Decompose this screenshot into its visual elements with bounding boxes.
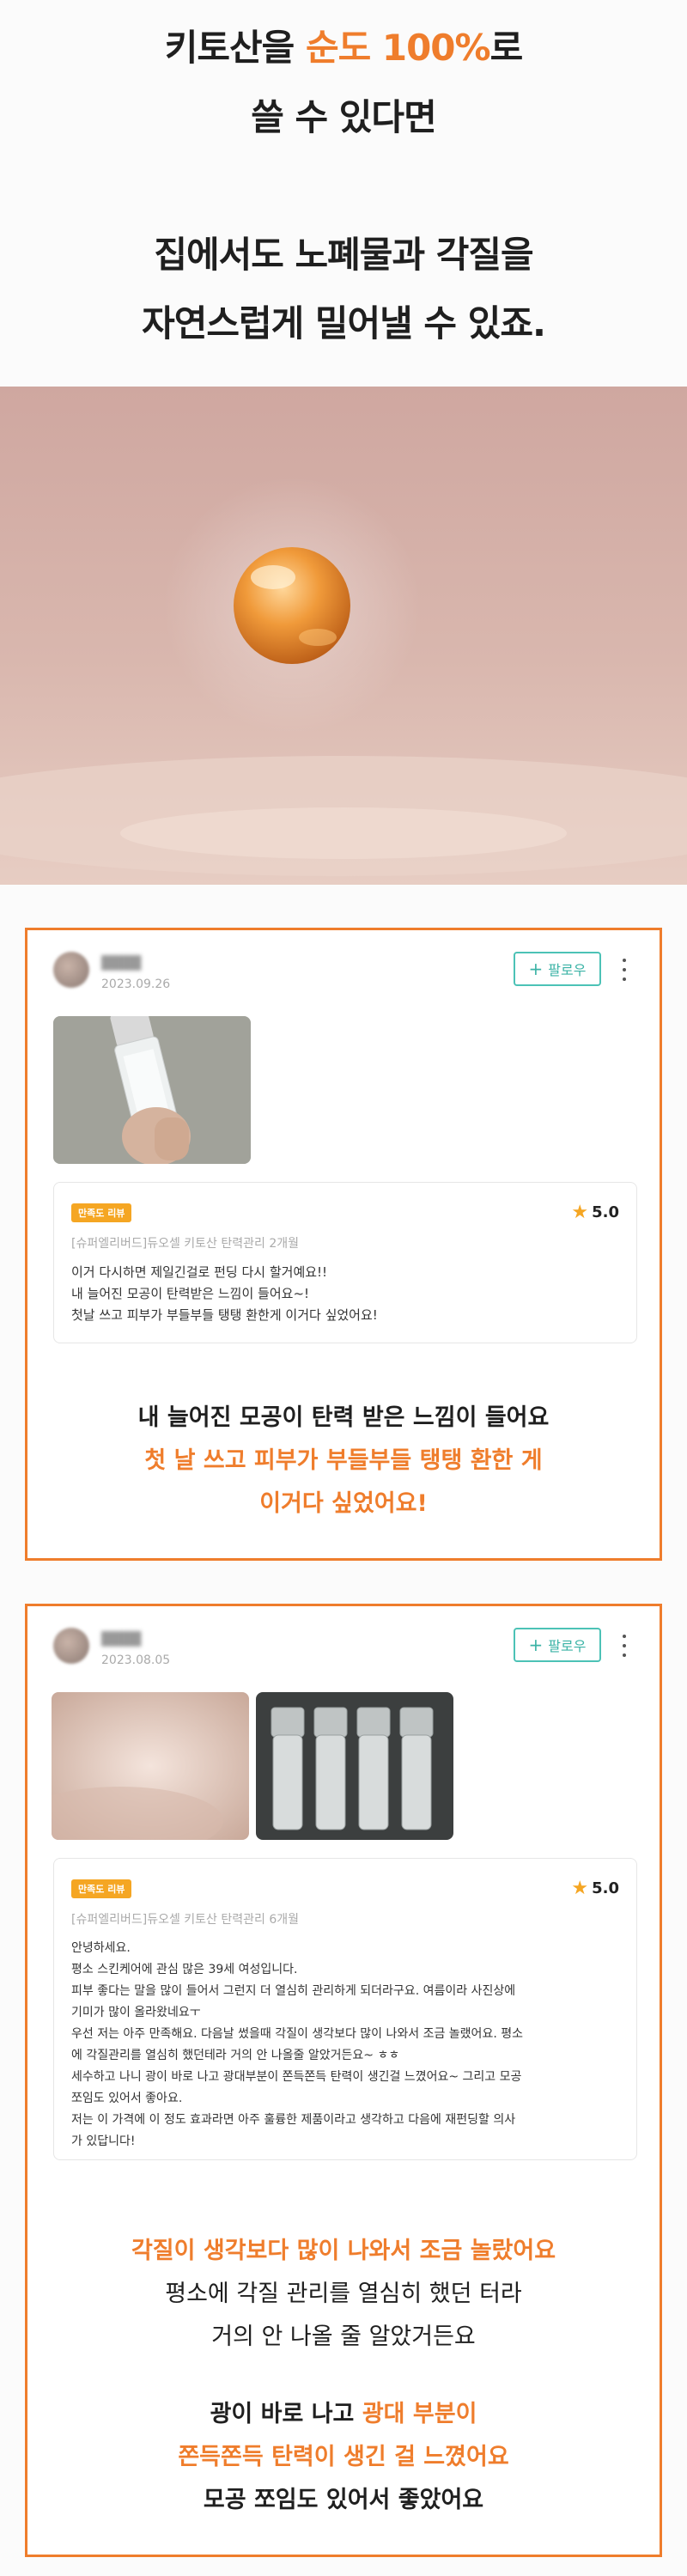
- summary-text: 광이 바로 나고: [210, 2401, 362, 2427]
- summary-line: 거의 안 나올 줄 알았거든요: [211, 2323, 476, 2350]
- product-name: [슈퍼엘리버드]듀오셀 키토산 탄력관리 2개월: [71, 1237, 300, 1251]
- star-icon: ★: [571, 1878, 589, 1899]
- plus-icon: +: [528, 959, 544, 979]
- review-date: 2023.09.26: [101, 977, 171, 991]
- summary-line-highlight: 쫀득쫀득 탄력이 생긴 걸 느꼈어요: [178, 2444, 509, 2470]
- review-text: 안녕하세요. 평소 스킨케어에 관심 많은 39세 여성입니다. 피부 좋다는 …: [71, 1938, 619, 2153]
- product-name: [슈퍼엘리버드]듀오셀 키토산 탄력관리 6개월: [71, 1913, 300, 1927]
- review-line: 이거 다시하면 제일긴걸로 펀딩 다시 할거예요!!: [71, 1264, 328, 1280]
- follow-button[interactable]: + 팔로우: [514, 1628, 601, 1662]
- summary-line: 광이 바로 나고 광대 부분이: [27, 2395, 660, 2428]
- rating: ★ 5.0: [571, 1878, 619, 1899]
- review-card: ████ 2023.08.05 + 팔로우 만족도 리뷰 ★ 5.0 [슈퍼엘리…: [25, 1604, 662, 2557]
- review-header: ████ 2023.08.05 + 팔로우: [53, 1628, 637, 1679]
- review-header: ████ 2023.09.26 + 팔로우: [53, 952, 637, 1003]
- more-options-icon[interactable]: [620, 1635, 629, 1657]
- summary-line-highlight: 첫 날 쓰고 피부가 부들부들 탱탱 환한 게: [144, 1447, 543, 1474]
- review-line: 평소 스킨케어에 관심 많은 39세 여성입니다.: [71, 1963, 298, 1976]
- summary-accent-text: 광대 부분이: [362, 2401, 477, 2427]
- summary-line: 내 늘어진 모공이 탄력 받은 느낌이 들어요: [137, 1404, 550, 1431]
- review-line: 세수하고 나니 광이 바로 나고 광대부분이 쫀득쫀득 탄력이 생긴걸 느꼈어요…: [71, 2070, 522, 2084]
- reviewer-name: ████: [101, 955, 142, 971]
- hero-text: 키토산을: [164, 27, 306, 69]
- follow-label: 팔로우: [548, 962, 587, 978]
- serum-drop-photo: [0, 387, 687, 885]
- hero-headline-2: 쓸 수 있다면: [251, 96, 436, 138]
- review-content-box: 만족도 리뷰 ★ 5.0 [슈퍼엘리버드]듀오셀 키토산 탄력관리 2개월 이거…: [53, 1182, 637, 1343]
- avatar: [53, 952, 89, 988]
- hero-text: 로: [489, 27, 524, 69]
- hero-headline-3: 집에서도 노폐물과 각질을: [154, 234, 533, 276]
- review-line: 쪼임도 있어서 좋아요.: [71, 2092, 183, 2105]
- review-card: ████ 2023.09.26 + 팔로우 만족도 리뷰 ★ 5.0 [슈퍼엘리…: [25, 928, 662, 1561]
- review-text: 이거 다시하면 제일긴걸로 펀딩 다시 할거예요!! 내 늘어진 모공이 탄력받…: [71, 1262, 619, 1326]
- reviewer-name: ████: [101, 1631, 142, 1647]
- review-date: 2023.08.05: [101, 1653, 171, 1667]
- review-line: 피부 좋다는 말을 많이 들어서 그런지 더 열심히 관리하게 되더라구요. 여…: [71, 1984, 516, 1998]
- review-line: 첫날 쓰고 피부가 부들부들 탱탱 환한게 이거다 싶었어요!: [71, 1307, 378, 1323]
- review-line: 기미가 많이 올라왔네요ㅜ: [71, 2006, 201, 2019]
- star-icon: ★: [571, 1202, 589, 1223]
- hero-accent-text: 순도 100%: [305, 27, 491, 69]
- summary-line: 모공 쪼임도 있어서 좋았어요: [203, 2487, 484, 2513]
- rating-value: 5.0: [592, 1879, 619, 1897]
- follow-label: 팔로우: [548, 1638, 587, 1654]
- hero-section: 키토산을 순도 100%로 쓸 수 있다면 집에서도 노폐물과 각질을 자연스럽…: [0, 0, 687, 387]
- summary-line-highlight: 이거다 싶었어요!: [259, 1490, 428, 1517]
- avatar: [53, 1628, 89, 1664]
- hero-headline-4: 자연스럽게 밀어낼 수 있죠.: [142, 302, 546, 344]
- review-line: 에 각질관리를 열심히 했던테라 거의 안 나올줄 알았거든요~ ㅎㅎ: [71, 2049, 400, 2062]
- rating-value: 5.0: [592, 1203, 619, 1221]
- review-photo[interactable]: [53, 1016, 251, 1164]
- review-line: 저는 이 가격에 이 정도 효과라면 아주 훌륭한 제품이라고 생각하고 다음에…: [71, 2113, 516, 2127]
- review-line: 우선 저는 아주 만족해요. 다음날 썼을때 각질이 생각보다 많이 나와서 조…: [71, 2027, 523, 2041]
- satisfaction-badge: 만족도 리뷰: [71, 1879, 132, 1898]
- review-photo-ampoules[interactable]: [256, 1692, 453, 1840]
- follow-button[interactable]: + 팔로우: [514, 952, 601, 986]
- satisfaction-badge: 만족도 리뷰: [71, 1203, 132, 1222]
- plus-icon: +: [528, 1635, 544, 1655]
- summary-line-highlight: 각질이 생각보다 많이 나와서 조금 놀랐어요: [131, 2238, 556, 2264]
- review-line: 가 있답니다!: [71, 2134, 136, 2148]
- rating: ★ 5.0: [571, 1202, 619, 1223]
- review-content-box: 만족도 리뷰 ★ 5.0 [슈퍼엘리버드]듀오셀 키토산 탄력관리 6개월 안녕…: [53, 1858, 637, 2160]
- review-line: 내 늘어진 모공이 탄력받은 느낌이 들어요~!: [71, 1286, 310, 1301]
- hero-headline-1: 키토산을 순도 100%로: [0, 19, 687, 71]
- review-line: 안녕하세요.: [71, 1941, 131, 1955]
- summary-line: 평소에 각질 관리를 열심히 했던 터라: [165, 2281, 522, 2307]
- more-options-icon[interactable]: [620, 959, 629, 981]
- review-photo-skin[interactable]: [52, 1692, 249, 1840]
